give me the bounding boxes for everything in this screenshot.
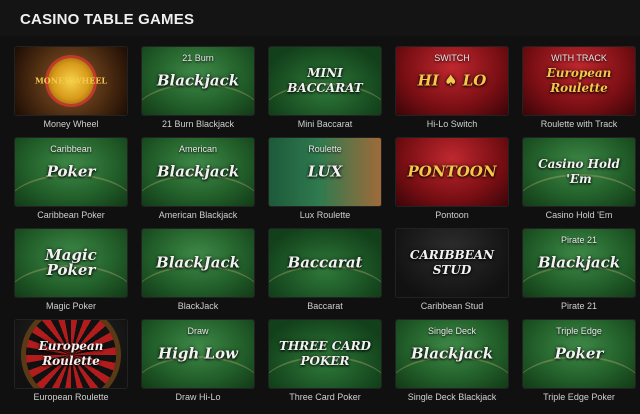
- game-label[interactable]: Three Card Poker: [267, 392, 383, 402]
- game-art-title: HI ♠ LO: [417, 71, 487, 90]
- game-label[interactable]: 21 Burn Blackjack: [140, 119, 256, 129]
- game-tile[interactable]: European Roulette European Roulette: [13, 318, 129, 409]
- game-thumbnail[interactable]: Triple Edge Poker: [523, 320, 635, 388]
- game-tile[interactable]: Roulette LUX Lux Roulette: [267, 136, 383, 227]
- game-thumbnail[interactable]: BlackJack: [142, 229, 254, 297]
- game-art-title: High Low: [158, 344, 238, 363]
- game-art-subtitle: Triple Edge: [556, 326, 602, 336]
- game-label[interactable]: Money Wheel: [13, 119, 129, 129]
- games-grid: MONEY WHEEL Money Wheel 21 Burn Blackjack 21…: [13, 45, 637, 409]
- game-art-title: Casino Hold 'Em: [538, 157, 620, 186]
- game-tile[interactable]: 21 Burn Blackjack 21 Burn Blackjack: [140, 45, 256, 136]
- game-thumbnail[interactable]: MONEY WHEEL: [15, 47, 127, 115]
- game-thumbnail[interactable]: European Roulette: [15, 320, 127, 388]
- game-thumbnail[interactable]: PONTOON: [396, 138, 508, 206]
- game-thumbnail[interactable]: WITH TRACK European Roulette: [523, 47, 635, 115]
- game-label[interactable]: Pirate 21: [521, 301, 637, 311]
- game-tile[interactable]: Caribbean Poker Caribbean Poker: [13, 136, 129, 227]
- game-label[interactable]: Casino Hold 'Em: [521, 210, 637, 220]
- game-art-title: European Roulette: [38, 339, 104, 368]
- game-art-title: THREE CARD POKER: [279, 339, 371, 368]
- game-label[interactable]: Lux Roulette: [267, 210, 383, 220]
- game-label[interactable]: Hi-Lo Switch: [394, 119, 510, 129]
- game-art-title: European Roulette: [546, 66, 612, 95]
- game-label[interactable]: Draw Hi-Lo: [140, 392, 256, 402]
- game-thumbnail[interactable]: MINI BACCARAT: [269, 47, 381, 115]
- game-label[interactable]: European Roulette: [13, 392, 129, 402]
- game-thumbnail[interactable]: CARIBBEAN STUD: [396, 229, 508, 297]
- game-label[interactable]: American Blackjack: [140, 210, 256, 220]
- game-thumbnail[interactable]: SWITCH HI ♠ LO: [396, 47, 508, 115]
- game-thumbnail[interactable]: Roulette LUX: [269, 138, 381, 206]
- game-tile[interactable]: MONEY WHEEL Money Wheel: [13, 45, 129, 136]
- game-art-title: Poker: [554, 344, 604, 363]
- game-thumbnail[interactable]: Pirate 21 Blackjack: [523, 229, 635, 297]
- game-thumbnail[interactable]: American Blackjack: [142, 138, 254, 206]
- game-art-subtitle: SWITCH: [434, 53, 470, 63]
- game-art-title: LUX: [307, 162, 343, 181]
- game-art-title: Blackjack: [410, 344, 494, 363]
- game-label[interactable]: Caribbean Poker: [13, 210, 129, 220]
- game-art-subtitle: Draw: [187, 326, 209, 336]
- game-art-subtitle: Pirate 21: [560, 235, 598, 245]
- game-tile[interactable]: CARIBBEAN STUD Caribbean Stud: [394, 227, 510, 318]
- game-tile[interactable]: SWITCH HI ♠ LO Hi-Lo Switch: [394, 45, 510, 136]
- game-thumbnail[interactable]: Caribbean Poker: [15, 138, 127, 206]
- game-tile[interactable]: Magic Poker Magic Poker: [13, 227, 129, 318]
- game-tile[interactable]: MINI BACCARAT Mini Baccarat: [267, 45, 383, 136]
- game-art-subtitle: WITH TRACK: [551, 53, 607, 63]
- game-label[interactable]: BlackJack: [140, 301, 256, 311]
- game-art-title: BlackJack: [156, 253, 240, 272]
- game-art-title: Magic Poker: [45, 246, 97, 279]
- game-label[interactable]: Mini Baccarat: [267, 119, 383, 129]
- game-art-title: Blackjack: [537, 253, 621, 272]
- game-art-subtitle: 21 Burn: [182, 53, 214, 63]
- game-art-title: Blackjack: [156, 162, 240, 181]
- game-tile[interactable]: THREE CARD POKER Three Card Poker: [267, 318, 383, 409]
- game-thumbnail[interactable]: THREE CARD POKER: [269, 320, 381, 388]
- game-art-title: CARIBBEAN STUD: [409, 248, 495, 277]
- game-tile[interactable]: PONTOON Pontoon: [394, 136, 510, 227]
- game-tile[interactable]: Casino Hold 'Em Casino Hold 'Em: [521, 136, 637, 227]
- game-tile[interactable]: Baccarat Baccarat: [267, 227, 383, 318]
- game-label[interactable]: Triple Edge Poker: [521, 392, 637, 402]
- game-tile[interactable]: Triple Edge Poker Triple Edge Poker: [521, 318, 637, 409]
- game-art-title: Baccarat: [287, 253, 363, 272]
- game-art-title: MONEY WHEEL: [34, 75, 108, 86]
- game-art-subtitle: Caribbean: [50, 144, 92, 154]
- game-thumbnail[interactable]: Magic Poker: [15, 229, 127, 297]
- game-art-title: Blackjack: [156, 71, 240, 90]
- game-tile[interactable]: BlackJack BlackJack: [140, 227, 256, 318]
- game-label[interactable]: Magic Poker: [13, 301, 129, 311]
- game-art-subtitle: Roulette: [308, 144, 342, 154]
- game-thumbnail[interactable]: Baccarat: [269, 229, 381, 297]
- game-tile[interactable]: Pirate 21 Blackjack Pirate 21: [521, 227, 637, 318]
- game-art-subtitle: American: [178, 144, 217, 154]
- game-thumbnail[interactable]: 21 Burn Blackjack: [142, 47, 254, 115]
- game-label[interactable]: Baccarat: [267, 301, 383, 311]
- game-art-title: PONTOON: [407, 162, 497, 181]
- game-label[interactable]: Pontoon: [394, 210, 510, 220]
- game-thumbnail[interactable]: Single Deck Blackjack: [396, 320, 508, 388]
- game-label[interactable]: Roulette with Track: [521, 119, 637, 129]
- page-title: CASINO TABLE GAMES: [0, 0, 640, 36]
- game-tile[interactable]: Draw High Low Draw Hi-Lo: [140, 318, 256, 409]
- game-art-title: Poker: [46, 162, 96, 181]
- game-thumbnail[interactable]: Casino Hold 'Em: [523, 138, 635, 206]
- game-tile[interactable]: Single Deck Blackjack Single Deck Blackjac…: [394, 318, 510, 409]
- game-tile[interactable]: WITH TRACK European Roulette Roulette with…: [521, 45, 637, 136]
- game-tile[interactable]: American Blackjack American Blackjack: [140, 136, 256, 227]
- game-art-subtitle: Single Deck: [427, 326, 477, 336]
- game-label[interactable]: Caribbean Stud: [394, 301, 510, 311]
- game-thumbnail[interactable]: Draw High Low: [142, 320, 254, 388]
- game-art-title: MINI BACCARAT: [287, 66, 363, 95]
- game-label[interactable]: Single Deck Blackjack: [394, 392, 510, 402]
